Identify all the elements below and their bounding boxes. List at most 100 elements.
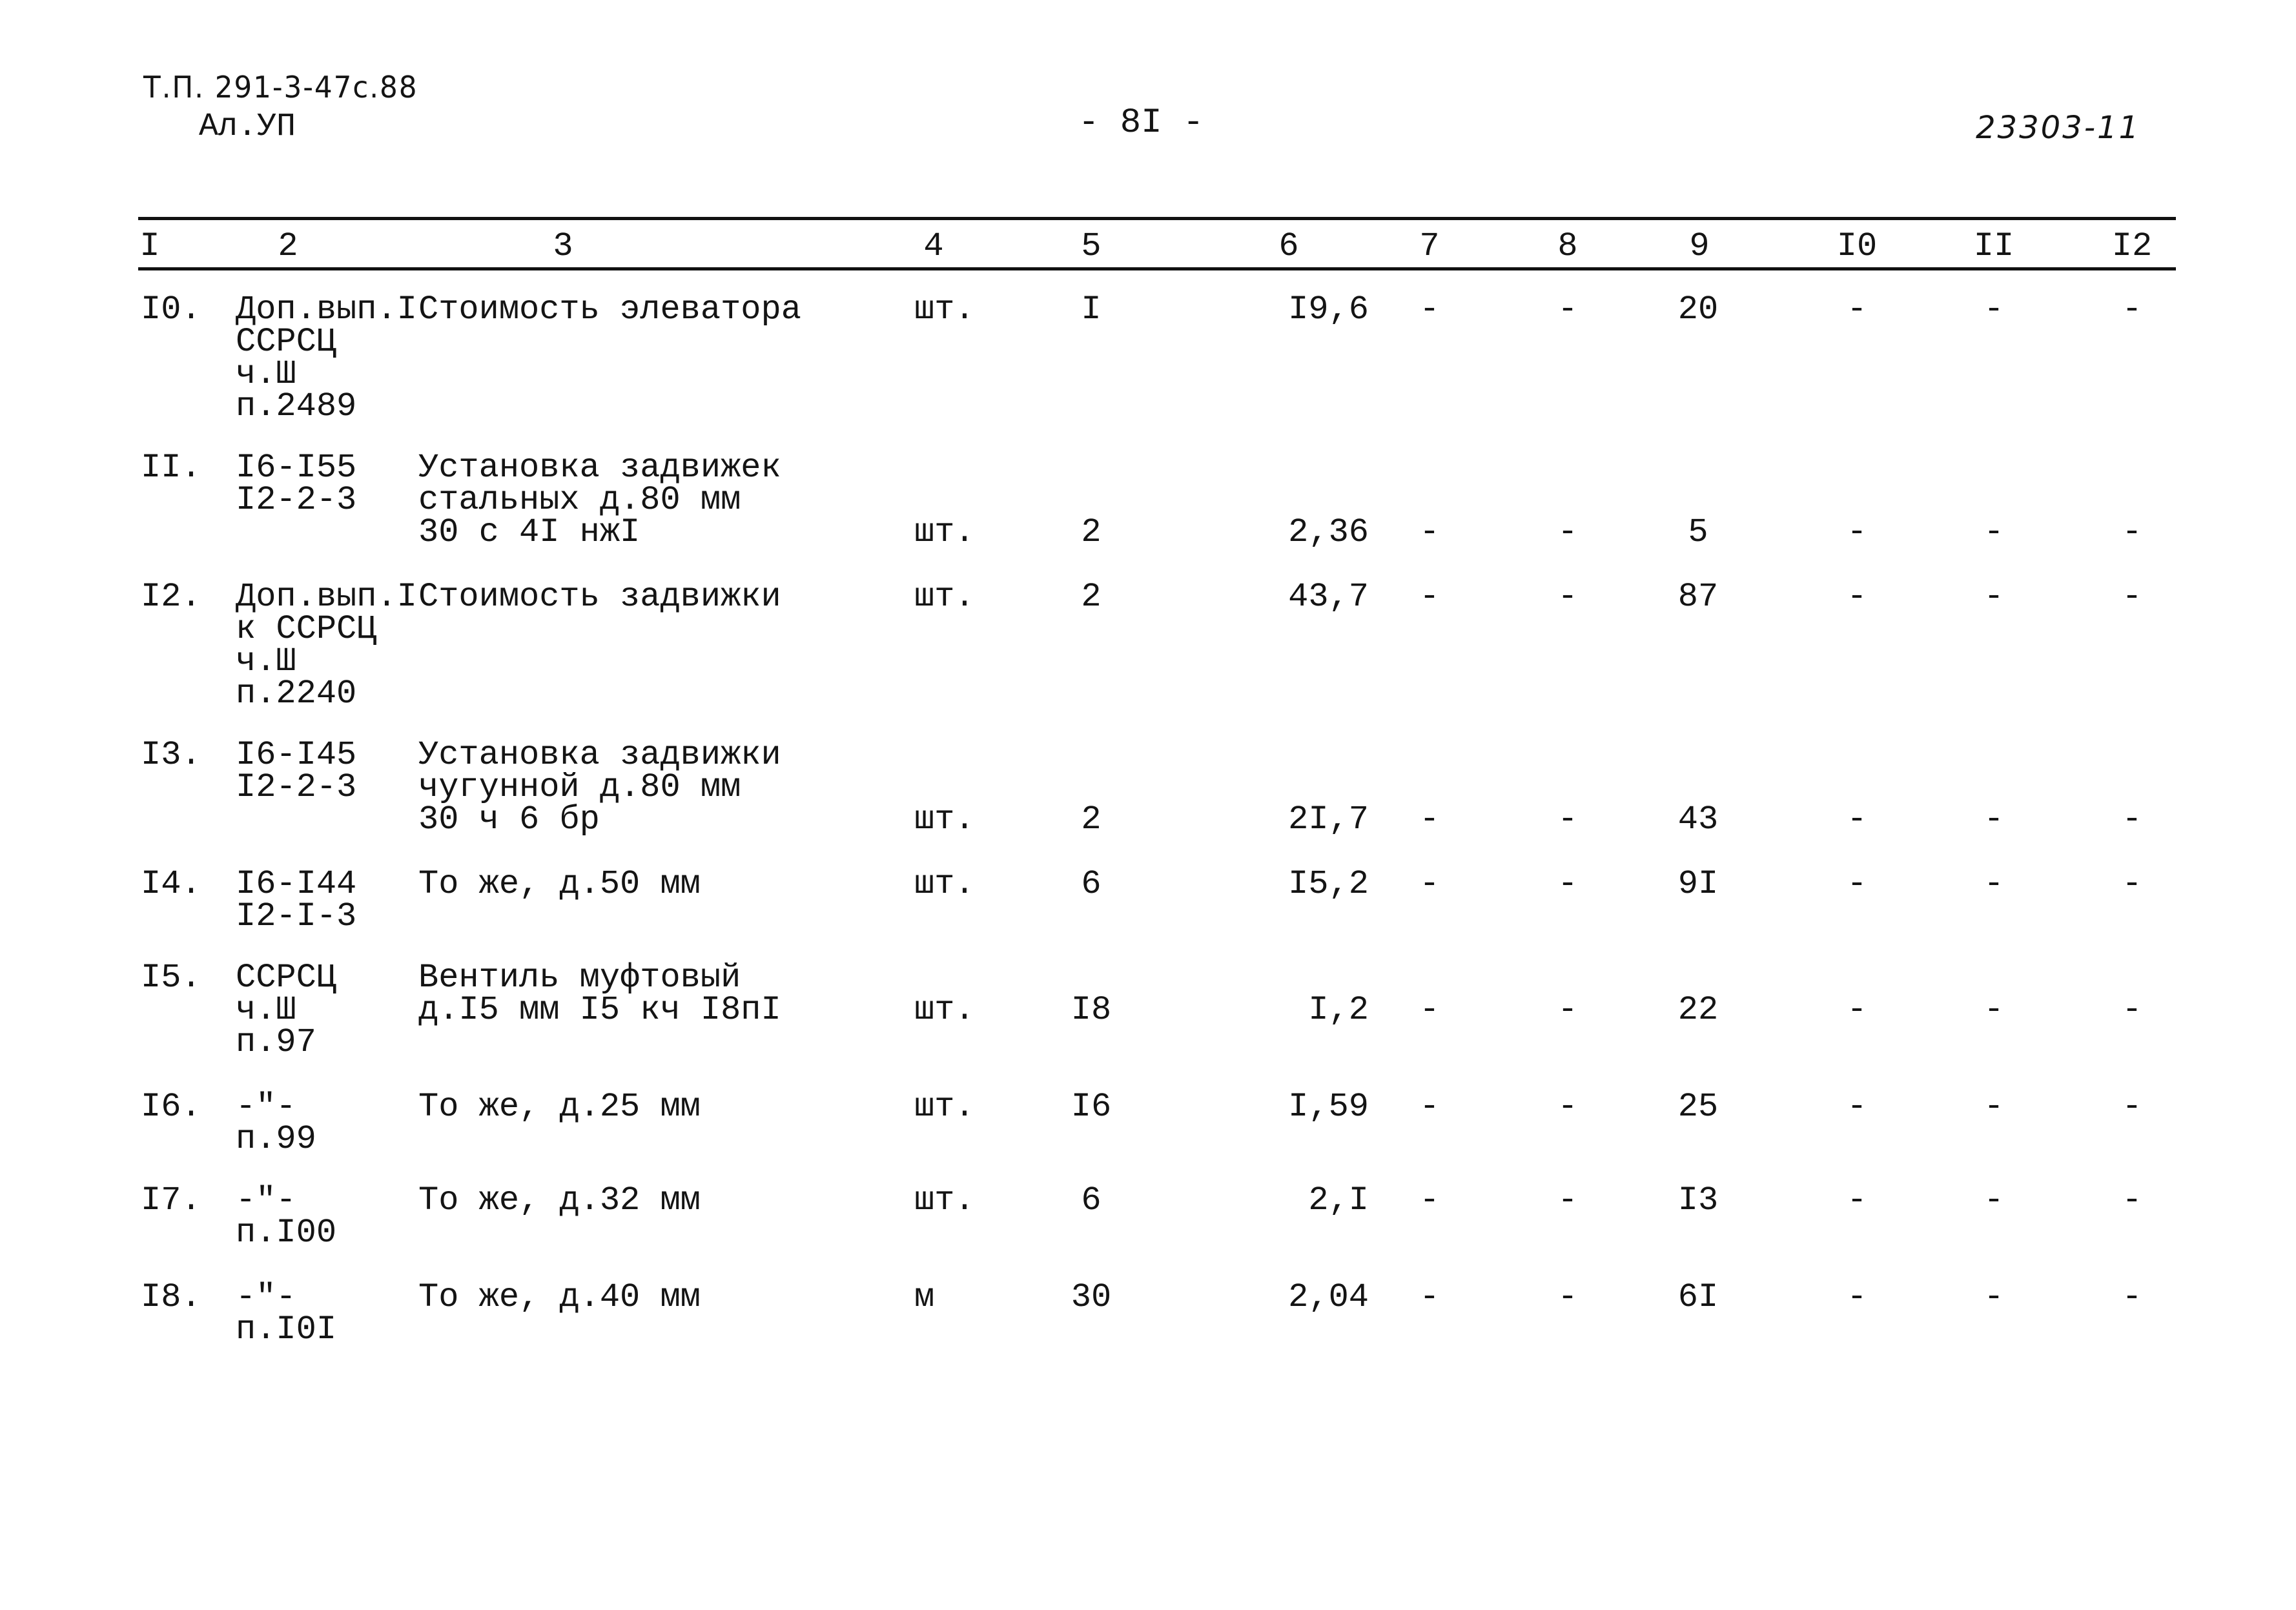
column-8-value: -: [1557, 1088, 1578, 1126]
unit-price: 2I,7: [1288, 800, 1369, 839]
rate-code: I6-I44 I2-I-3: [236, 865, 357, 935]
column-8-value: -: [1557, 578, 1578, 616]
column-number: 2: [278, 227, 298, 265]
column-12-value: -: [2122, 865, 2142, 903]
column-11-value: -: [1983, 865, 2004, 903]
table-header-bottom-rule: [138, 267, 2176, 270]
row-number: I8.: [141, 1278, 201, 1316]
column-number: 7: [1419, 227, 1440, 265]
column-8-value: -: [1557, 991, 1578, 1029]
column-10-value: -: [1847, 1088, 1867, 1126]
column-11-value: -: [1983, 1088, 2004, 1126]
work-description: Вентиль муфтовый д.I5 мм I5 кч I8пI: [418, 959, 781, 1029]
unit-price: I5,2: [1288, 865, 1369, 903]
work-description: Стоимость элеватора: [418, 290, 801, 329]
quantity: I: [1081, 290, 1102, 329]
total-cost: I3: [1677, 1181, 1719, 1219]
column-11-value: -: [1983, 1278, 2004, 1316]
unit-of-measure: м: [914, 1278, 935, 1316]
quantity: I6: [1071, 1088, 1112, 1126]
row-number: I6.: [141, 1088, 201, 1126]
column-10-value: -: [1847, 513, 1867, 551]
total-cost: 9I: [1677, 865, 1719, 903]
column-7-value: -: [1419, 513, 1440, 551]
column-11-value: -: [1983, 578, 2004, 616]
column-12-value: -: [2122, 800, 2142, 839]
column-12-value: -: [2122, 1088, 2142, 1126]
total-cost: 20: [1677, 290, 1719, 329]
total-cost: 25: [1677, 1088, 1719, 1126]
unit-of-measure: шт.: [914, 290, 975, 329]
column-10-value: -: [1847, 1278, 1867, 1316]
row-number: I3.: [141, 736, 201, 774]
column-10-value: -: [1847, 578, 1867, 616]
quantity: I8: [1071, 991, 1112, 1029]
unit-of-measure: шт.: [914, 800, 975, 839]
unit-of-measure: шт.: [914, 865, 975, 903]
column-10-value: -: [1847, 800, 1867, 839]
work-description: Стоимость задвижки: [418, 578, 781, 616]
column-8-value: -: [1557, 290, 1578, 329]
work-description: То же, д.50 мм: [418, 865, 701, 903]
quantity: 2: [1081, 578, 1102, 616]
column-10-value: -: [1847, 865, 1867, 903]
unit-of-measure: шт.: [914, 1088, 975, 1126]
column-11-value: -: [1983, 800, 2004, 839]
work-description: Установка задвижек стальных д.80 мм 30 с…: [418, 449, 781, 551]
rate-code: Доп.вып.I ССРСЦ ч.Ш п.2489: [236, 290, 417, 425]
quantity: 6: [1081, 865, 1102, 903]
column-number: 5: [1081, 227, 1102, 265]
column-8-value: -: [1557, 800, 1578, 839]
column-number: 9: [1689, 227, 1710, 265]
rate-code: -"- п.99: [236, 1088, 316, 1158]
unit-price: 2,04: [1288, 1278, 1369, 1316]
work-description: То же, д.40 мм: [418, 1278, 701, 1316]
column-7-value: -: [1419, 800, 1440, 839]
column-7-value: -: [1419, 578, 1440, 616]
quantity: 2: [1081, 800, 1102, 839]
column-number: 4: [923, 227, 944, 265]
column-number: I: [139, 227, 160, 265]
album-label: Ал.УП: [199, 108, 296, 145]
column-number: I0: [1836, 227, 1878, 265]
column-11-value: -: [1983, 290, 2004, 329]
page-number: - 8I -: [1078, 103, 1204, 143]
rate-code: ССРСЦ ч.Ш п.97: [236, 959, 337, 1061]
row-number: I4.: [141, 865, 201, 903]
total-cost: 6I: [1677, 1278, 1719, 1316]
row-number: II.: [141, 449, 201, 487]
unit-price: I,59: [1288, 1088, 1369, 1126]
column-7-value: -: [1419, 865, 1440, 903]
column-number: 6: [1278, 227, 1299, 265]
column-7-value: -: [1419, 1278, 1440, 1316]
row-number: I0.: [141, 290, 201, 329]
work-description: То же, д.32 мм: [418, 1181, 701, 1219]
column-number: II: [1973, 227, 2014, 265]
table-top-rule: [138, 217, 2176, 220]
column-7-value: -: [1419, 1181, 1440, 1219]
unit-of-measure: шт.: [914, 578, 975, 616]
column-12-value: -: [2122, 991, 2142, 1029]
column-8-value: -: [1557, 1278, 1578, 1316]
column-7-value: -: [1419, 991, 1440, 1029]
quantity: 30: [1071, 1278, 1112, 1316]
total-cost: 87: [1677, 578, 1719, 616]
column-11-value: -: [1983, 991, 2004, 1029]
column-number: 3: [553, 227, 573, 265]
column-10-value: -: [1847, 290, 1867, 329]
unit-of-measure: шт.: [914, 991, 975, 1029]
unit-price: I,2: [1308, 991, 1369, 1029]
rate-code: I6-I45 I2-2-3: [236, 736, 357, 806]
row-number: I2.: [141, 578, 201, 616]
column-11-value: -: [1983, 513, 2004, 551]
total-cost: 5: [1688, 513, 1708, 551]
column-11-value: -: [1983, 1181, 2004, 1219]
document-reference: Т.П. 291-3-47с.88: [143, 70, 418, 105]
rate-code: -"- п.I0I: [236, 1278, 337, 1349]
column-12-value: -: [2122, 1278, 2142, 1316]
quantity: 6: [1081, 1181, 1102, 1219]
column-10-value: -: [1847, 991, 1867, 1029]
column-8-value: -: [1557, 513, 1578, 551]
column-12-value: -: [2122, 578, 2142, 616]
column-12-value: -: [2122, 513, 2142, 551]
